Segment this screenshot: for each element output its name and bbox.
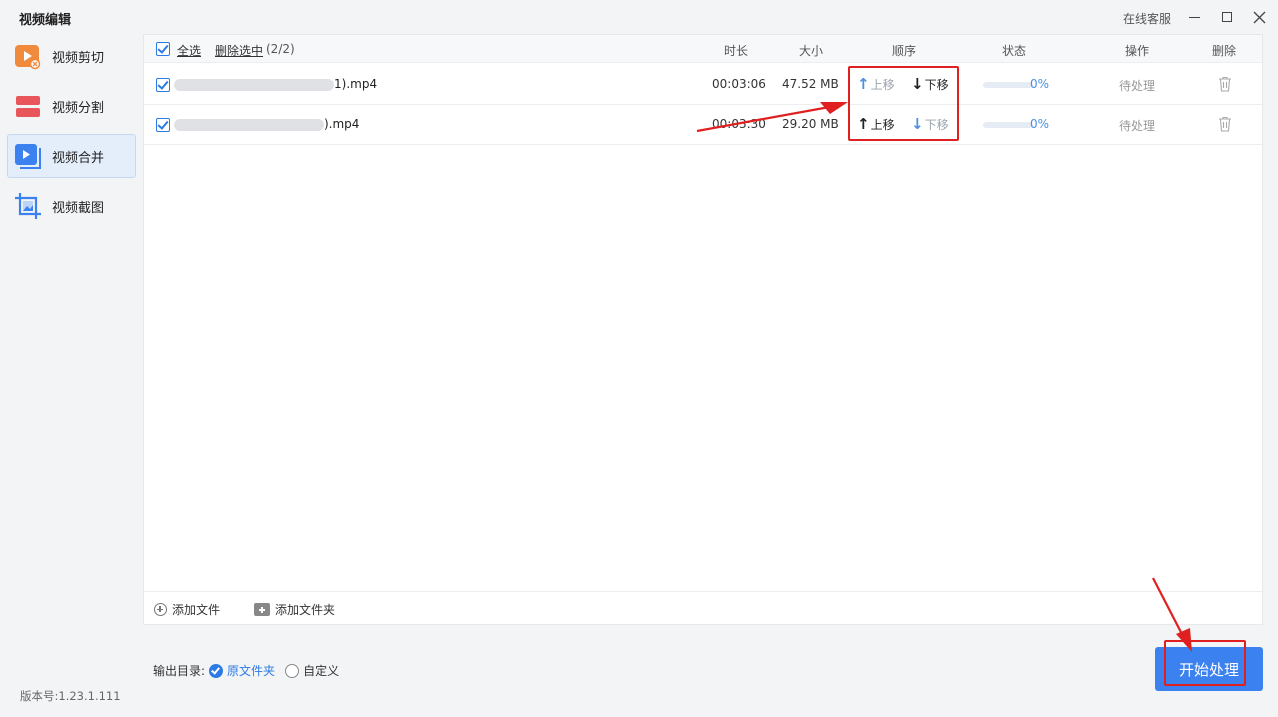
- row-size: 47.52 MB: [782, 77, 839, 91]
- selected-count: (2/2): [266, 42, 295, 56]
- video-cut-icon: [14, 42, 42, 70]
- file-list-panel: 全选 删除选中 (2/2) 时长 大小 顺序 状态 操作 删除 1).mp4 0…: [143, 34, 1263, 625]
- delete-selected-link[interactable]: 删除选中: [215, 42, 263, 59]
- output-directory-row: 输出目录: 原文件夹 自定义: [153, 662, 339, 679]
- trash-icon[interactable]: [1218, 116, 1232, 132]
- output-label: 输出目录:: [153, 664, 206, 678]
- column-status: 状态: [1002, 44, 1027, 58]
- sidebar: 视频剪切 视频分割 视频合并 视频截图 版本号:1.23.1.111: [0, 34, 140, 717]
- progress-bar: [983, 122, 1033, 128]
- sidebar-item-video-split[interactable]: 视频分割: [7, 84, 136, 128]
- maximize-button[interactable]: [1218, 8, 1236, 26]
- row-size: 29.20 MB: [782, 117, 839, 131]
- row-duration: 00:03:06: [712, 77, 766, 91]
- radio-original-folder[interactable]: [209, 663, 224, 678]
- sidebar-item-label: 视频剪切: [52, 50, 105, 66]
- row-duration: 00:03:30: [712, 117, 766, 131]
- sidebar-item-label: 视频分割: [52, 100, 105, 116]
- minimize-button[interactable]: [1185, 8, 1203, 26]
- row-status: 待处理: [1119, 79, 1156, 93]
- start-highlight-box: [1164, 640, 1246, 686]
- panel-footer: 添加文件 添加文件夹: [144, 591, 1262, 624]
- add-folder-icon: [254, 603, 270, 616]
- column-action: 操作: [1125, 44, 1150, 58]
- close-icon: [1253, 11, 1265, 23]
- add-folder-button[interactable]: 添加文件夹: [254, 601, 335, 618]
- sidebar-item-video-cut[interactable]: 视频剪切: [7, 34, 136, 78]
- progress-bar: [983, 82, 1033, 88]
- file-name: 1).mp4: [174, 77, 377, 91]
- sidebar-item-label: 视频合并: [52, 150, 105, 166]
- sidebar-item-video-merge[interactable]: 视频合并: [7, 134, 136, 178]
- progress-percent: 0%: [1030, 77, 1050, 91]
- blurred-filename: [174, 118, 324, 131]
- column-size: 大小: [799, 44, 824, 58]
- online-support-link[interactable]: 在线客服: [1123, 10, 1171, 27]
- trash-icon[interactable]: [1218, 76, 1232, 92]
- column-duration: 时长: [724, 44, 749, 58]
- close-button[interactable]: [1250, 8, 1268, 26]
- add-file-button[interactable]: 添加文件: [154, 601, 220, 618]
- select-all-link[interactable]: 全选: [177, 42, 201, 59]
- maximize-icon: [1222, 12, 1232, 22]
- progress-percent: 0%: [1030, 117, 1050, 131]
- column-delete: 删除: [1212, 44, 1237, 58]
- row-checkbox[interactable]: [156, 118, 170, 132]
- order-highlight-box: [848, 66, 959, 141]
- sidebar-item-video-screenshot[interactable]: 视频截图: [7, 184, 136, 228]
- sidebar-item-label: 视频截图: [52, 200, 105, 216]
- add-circle-icon: [154, 603, 167, 616]
- row-checkbox[interactable]: [156, 78, 170, 92]
- option-original-folder[interactable]: 原文件夹: [227, 662, 275, 679]
- column-order: 顺序: [892, 44, 917, 58]
- option-custom-folder[interactable]: 自定义: [303, 662, 339, 679]
- video-merge-icon: [14, 142, 42, 170]
- video-screenshot-icon: [14, 192, 42, 220]
- window-title: 视频编辑: [19, 13, 72, 28]
- blurred-filename: [174, 78, 334, 91]
- radio-custom-folder[interactable]: [285, 663, 300, 678]
- table-row: 1).mp4 00:03:06 47.52 MB ↑ 上移 ↓ 下移 0% 待处理: [144, 65, 1262, 105]
- video-split-icon: [14, 92, 42, 120]
- select-all-checkbox[interactable]: [156, 42, 170, 56]
- row-status: 待处理: [1119, 119, 1156, 133]
- minimize-icon: [1188, 16, 1200, 18]
- file-name: ).mp4: [174, 117, 359, 131]
- table-row: ).mp4 00:03:30 29.20 MB ↑ 上移 ↓ 下移 0% 待处理: [144, 105, 1262, 145]
- table-header: 全选 删除选中 (2/2) 时长 大小 顺序 状态 操作 删除: [144, 35, 1262, 63]
- version-label: 版本号:1.23.1.111: [20, 689, 121, 703]
- title-bar: 视频编辑 在线客服: [0, 0, 1278, 34]
